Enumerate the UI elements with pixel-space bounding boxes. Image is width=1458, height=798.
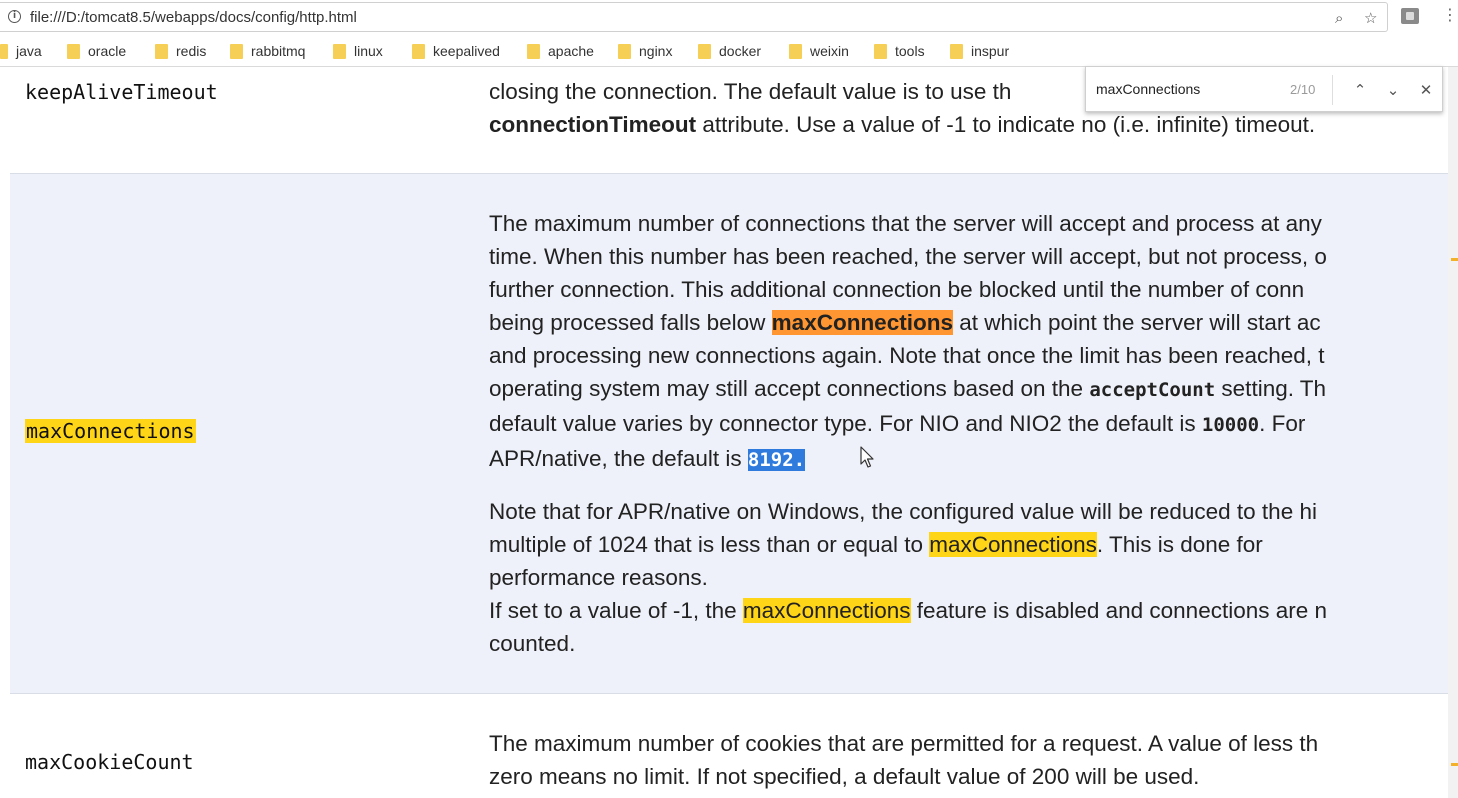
attribute-description: The maximum number of cookies that are p… [489,731,1319,789]
folder-icon [789,43,802,59]
address-field[interactable]: i file:///D:/tomcat8.5/webapps/docs/conf… [0,2,1388,32]
bookmark-keepalived[interactable]: keepalived [412,42,500,60]
address-bar-area: i file:///D:/tomcat8.5/webapps/docs/conf… [0,0,1458,34]
folder-icon [618,43,631,59]
star-icon[interactable]: ☆ [1364,9,1377,27]
scrollbar-match-marker [1451,258,1458,261]
folder-icon [67,43,80,59]
scrollbar[interactable] [1448,67,1458,798]
folder-icon [950,43,963,59]
folder-icon [0,43,8,59]
bookmark-weixin[interactable]: weixin [789,42,849,60]
find-match-count: 2/10 [1290,82,1316,97]
bookmarks-bar: java oracle redis rabbitmq linux keepali… [0,34,1458,67]
attribute-reference: connectionTimeout [489,112,697,137]
bookmark-redis[interactable]: redis [155,42,206,60]
folder-icon [874,43,887,59]
bookmark-nginx[interactable]: nginx [618,42,672,60]
find-previous-icon[interactable]: ⌃ [1348,77,1372,103]
folder-icon [155,43,168,59]
attribute-name: keepAliveTimeout [25,80,218,104]
find-match: maxConnections [742,598,911,623]
find-next-icon[interactable]: ⌄ [1381,77,1405,103]
attribute-row-maxconnections: maxConnections The maximum number of con… [10,174,1448,694]
attribute-name: maxConnections [25,419,196,443]
folder-icon [412,43,425,59]
bookmark-oracle[interactable]: oracle [67,42,126,60]
bookmark-java[interactable]: java [0,42,42,60]
bookmark-inspur[interactable]: inspur [950,42,1009,60]
find-match-current: maxConnections [771,310,953,335]
folder-icon [333,43,346,59]
bookmark-tools[interactable]: tools [874,42,925,60]
page-content: keepAliveTimeout closing the connection.… [0,67,1448,798]
find-bar: 2/10 ⌃ ⌄ ✕ [1085,66,1443,112]
close-icon[interactable]: ✕ [1414,77,1438,103]
url-text[interactable]: file:///D:/tomcat8.5/webapps/docs/config… [30,9,357,26]
folder-icon [527,43,540,59]
zoom-icon[interactable]: ⌕ [1335,9,1343,27]
bookmark-linux[interactable]: linux [333,42,383,60]
scrollbar-match-marker [1451,763,1458,766]
info-icon[interactable]: i [8,10,21,23]
extension-icon[interactable] [1401,8,1419,24]
bookmark-apache[interactable]: apache [527,42,594,60]
find-divider [1332,75,1333,105]
find-input[interactable] [1096,81,1286,97]
attribute-row-maxcookiecount: maxCookieCount The maximum number of coo… [10,694,1448,798]
menu-icon[interactable]: ⋮ [1442,5,1458,25]
bookmark-rabbitmq[interactable]: rabbitmq [230,42,305,60]
folder-icon [230,43,243,59]
attribute-description: The maximum number of connections that t… [489,211,1327,471]
bookmark-docker[interactable]: docker [698,42,761,60]
selected-text[interactable]: 8192. [747,449,806,471]
find-match: maxConnections [929,532,1097,557]
attribute-name: maxCookieCount [25,750,194,774]
attribute-description-note: Note that for APR/native on Windows, the… [489,499,1328,656]
code-default-value: 10000 [1201,414,1260,436]
mouse-cursor-icon [860,446,874,468]
folder-icon [698,43,711,59]
code-acceptcount: acceptCount [1089,379,1216,401]
